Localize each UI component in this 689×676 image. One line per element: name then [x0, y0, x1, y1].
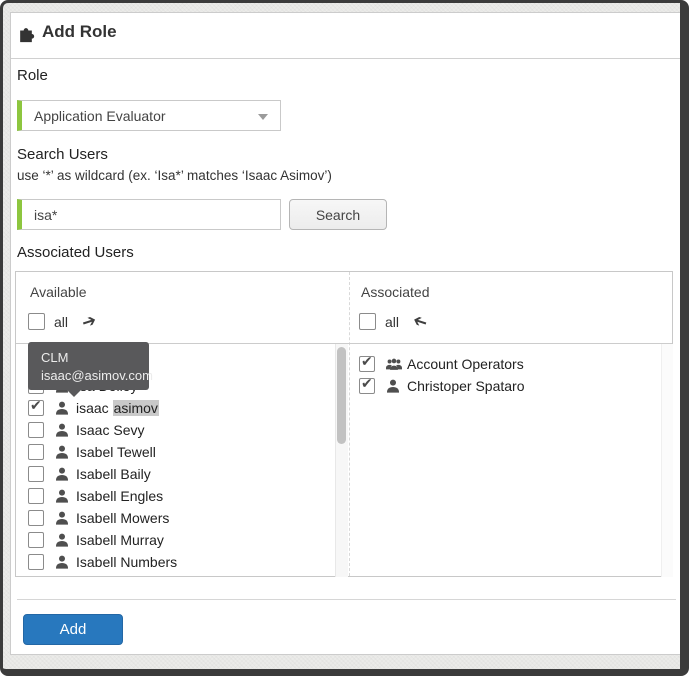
user-checkbox[interactable]	[28, 510, 44, 526]
available-all-row: all ➔	[28, 310, 99, 333]
tooltip-email: isaac@asimov.com	[41, 368, 153, 383]
user-name: Isabell Baily	[76, 466, 151, 482]
person-icon	[55, 533, 69, 547]
move-left-arrow-icon[interactable]: ➔	[410, 310, 429, 332]
user-checkbox[interactable]	[28, 466, 44, 482]
role-label: Role	[17, 67, 48, 84]
add-role-dialog: Add Role Role Application Evaluator Sear…	[10, 12, 680, 655]
user-name: Isabell Mowers	[76, 510, 170, 526]
user-name: Christoper Spataro	[407, 378, 525, 394]
search-input[interactable]	[17, 199, 281, 230]
associated-all-label: all	[385, 313, 400, 330]
associated-column-title: Associated	[361, 284, 430, 300]
user-checkbox[interactable]: ✔	[359, 375, 375, 394]
user-name: Isabell Murray	[76, 532, 164, 548]
search-button[interactable]: Search	[289, 199, 387, 230]
search-users-label: Search Users	[17, 146, 108, 163]
list-item[interactable]: Isabell Numbers	[28, 551, 334, 573]
dialog-title: Add Role	[42, 22, 117, 41]
user-name: Isabell Numbers	[76, 554, 178, 570]
add-button[interactable]: Add	[23, 614, 123, 645]
user-checkbox[interactable]	[28, 444, 44, 460]
available-all-checkbox[interactable]	[28, 313, 45, 330]
list-item[interactable]: Isabell Baily	[28, 463, 334, 485]
list-item[interactable]: ✔ Account Operators	[359, 353, 660, 375]
user-name: isaac asimov	[76, 400, 159, 416]
window-frame: Add Role Role Application Evaluator Sear…	[0, 0, 689, 676]
list-item[interactable]: ✔ Christoper Spataro	[359, 375, 660, 397]
role-select-value: Application Evaluator	[34, 107, 166, 124]
user-checkbox[interactable]	[28, 488, 44, 504]
person-icon	[55, 511, 69, 525]
user-name: Isaac Sevy	[76, 422, 145, 438]
available-all-label: all	[54, 313, 69, 330]
person-icon	[386, 379, 400, 393]
list-item[interactable]: Isabell Mowers	[28, 507, 334, 529]
user-checkbox[interactable]: ✔	[28, 397, 44, 416]
user-checkbox[interactable]: ✔	[359, 353, 375, 372]
list-item[interactable]: Isabell Engles	[28, 485, 334, 507]
available-scrollbar-thumb[interactable]	[337, 347, 346, 444]
group-icon	[386, 357, 402, 371]
puzzle-piece-icon	[16, 23, 36, 43]
person-icon	[55, 423, 69, 437]
associated-scrollbar-track[interactable]	[661, 344, 673, 577]
associated-users-panel: Available all ➔ Associated all ➔ Isa Dol…	[15, 271, 673, 577]
list-item[interactable]: Isabel Tewell	[28, 441, 334, 463]
user-email-tooltip: CLM isaac@asimov.com	[28, 342, 153, 397]
move-right-arrow-icon[interactable]: ➔	[79, 310, 98, 332]
list-item[interactable]: Isaac Sevy	[28, 419, 334, 441]
associated-all-checkbox[interactable]	[359, 313, 376, 330]
person-icon	[55, 445, 69, 459]
associated-users-label: Associated Users	[17, 244, 134, 261]
person-icon	[55, 555, 69, 569]
header-divider	[11, 58, 680, 59]
list-item[interactable]: ✔ isaac asimov	[28, 397, 334, 419]
footer-divider	[17, 599, 676, 600]
user-name: Isabell Engles	[76, 488, 164, 504]
user-checkbox[interactable]	[28, 554, 44, 570]
tooltip-caret	[67, 390, 81, 397]
associated-all-row: all ➔	[359, 310, 430, 333]
user-name: Account Operators	[407, 356, 524, 372]
person-icon	[55, 401, 69, 415]
user-checkbox[interactable]	[28, 532, 44, 548]
tooltip-org: CLM	[41, 350, 69, 365]
user-name: Isabel Tewell	[76, 444, 156, 460]
person-icon	[55, 489, 69, 503]
associated-user-list: ✔ Account Operators ✔ Christoper Spataro	[350, 344, 660, 577]
list-item[interactable]: Isabell Murray	[28, 529, 334, 551]
wildcard-hint: use ‘*’ as wildcard (ex. ‘Isa*’ matches …	[17, 168, 332, 183]
role-select[interactable]: Application Evaluator	[17, 100, 281, 131]
person-icon	[55, 467, 69, 481]
available-column-title: Available	[30, 284, 87, 300]
user-checkbox[interactable]	[28, 422, 44, 438]
chevron-down-icon	[258, 114, 268, 120]
